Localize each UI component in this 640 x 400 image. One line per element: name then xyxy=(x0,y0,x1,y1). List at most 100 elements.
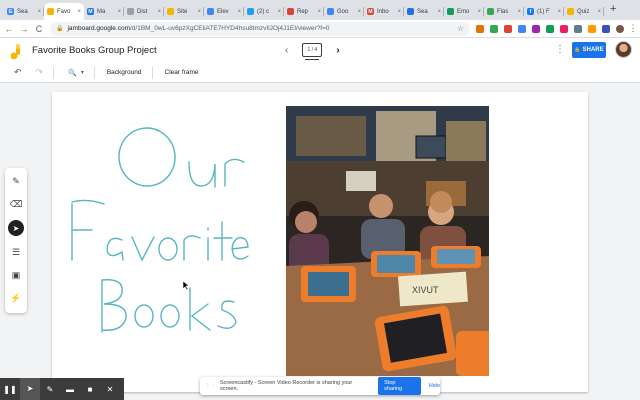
extension-icon[interactable] xyxy=(602,24,610,33)
tab-favicon-icon: G xyxy=(7,8,14,15)
camera-icon[interactable]: ■ xyxy=(80,385,100,394)
close-tab-icon[interactable]: × xyxy=(117,9,121,15)
extension-icon[interactable] xyxy=(574,24,582,33)
browser-tab[interactable]: Dist × xyxy=(124,3,164,20)
share-button[interactable]: 🔒 SHARE xyxy=(572,42,606,58)
close-tab-icon[interactable]: × xyxy=(517,9,521,15)
browser-tab[interactable]: Elev × xyxy=(204,3,244,20)
recorder-toolbar: ❚❚ ➤ ✎ ▬ ■ ✕ xyxy=(0,378,124,400)
browser-tab[interactable]: Emo × xyxy=(444,3,484,20)
next-frame-button[interactable]: › xyxy=(336,45,339,56)
extension-icon[interactable] xyxy=(518,24,526,33)
browser-tab[interactable]: Site × xyxy=(164,3,204,20)
extension-icon[interactable] xyxy=(532,24,540,33)
browser-menu-icon[interactable]: ⋮ xyxy=(627,23,639,34)
close-tab-icon[interactable]: × xyxy=(237,9,241,15)
pause-recording-icon[interactable]: ❚❚ xyxy=(0,385,20,394)
clear-frame-button[interactable]: Clear frame xyxy=(165,69,199,76)
extension-icon[interactable] xyxy=(490,24,498,33)
close-tab-icon[interactable]: × xyxy=(37,9,41,15)
highlighter-icon[interactable]: ▬ xyxy=(60,385,80,394)
pen-tool-icon[interactable]: ✎ xyxy=(9,174,23,188)
drag-handle-icon[interactable]: ⋮⋮ xyxy=(205,383,216,389)
tab-favicon-icon xyxy=(407,8,414,15)
close-tab-icon[interactable]: × xyxy=(477,9,481,15)
extension-icon[interactable] xyxy=(588,24,596,33)
tab-label: Elev xyxy=(217,8,229,15)
profile-icon[interactable] xyxy=(616,24,624,33)
select-tool-icon[interactable]: ➤ xyxy=(8,220,24,236)
close-tab-icon[interactable]: × xyxy=(597,9,601,15)
zoom-icon[interactable]: 🔍 xyxy=(68,69,77,77)
classroom-photo[interactable]: XIVUT xyxy=(286,106,489,376)
tab-label: Quiz xyxy=(577,8,590,15)
mouse-cursor-icon xyxy=(183,281,189,290)
screen-sharing-banner: ⋮⋮ Screencastify - Screen Video Recorder… xyxy=(200,377,440,395)
frame-indicator[interactable]: 1 / 4 xyxy=(302,43,323,60)
extension-icon[interactable] xyxy=(504,24,512,33)
tab-label: Inbo xyxy=(377,8,389,15)
close-tab-icon[interactable]: × xyxy=(317,9,321,15)
url-field[interactable]: 🔒 jamboard.google.com/d/1BM_0wL-uv6pzXgC… xyxy=(50,21,470,36)
close-recorder-icon[interactable]: ✕ xyxy=(100,385,120,394)
new-tab-button[interactable]: + xyxy=(604,1,616,20)
browser-tab[interactable]: M Inbo × xyxy=(364,3,404,20)
cursor-tool-icon[interactable]: ➤ xyxy=(20,378,40,400)
prev-frame-button[interactable]: ‹ xyxy=(285,45,288,56)
extension-icon[interactable] xyxy=(546,24,554,33)
close-tab-icon[interactable]: × xyxy=(277,9,281,15)
browser-tab[interactable]: (2) c × xyxy=(244,3,284,20)
more-options-icon[interactable]: ⋮ xyxy=(555,44,565,55)
zoom-dropdown-icon[interactable]: ▾ xyxy=(81,69,84,76)
app-header: Favorite Books Group Project ‹ 1 / 4 › ⋮… xyxy=(0,38,640,63)
close-tab-icon[interactable]: × xyxy=(197,9,201,15)
undo-icon[interactable]: ↶ xyxy=(14,67,22,78)
url-path: /d/1BM_0wL-uv6pzXgCEliATE7HYD4hsu8tmzvIl… xyxy=(130,25,330,32)
browser-tab[interactable]: G Sea × xyxy=(4,3,44,20)
share-label: SHARE xyxy=(582,47,604,53)
close-tab-icon[interactable]: × xyxy=(397,9,401,15)
url-host: jamboard.google.com xyxy=(67,25,130,32)
extension-icon[interactable] xyxy=(476,24,484,33)
stop-sharing-button[interactable]: Stop sharing xyxy=(378,377,421,395)
tab-favicon-icon: f xyxy=(527,8,534,15)
close-tab-icon[interactable]: × xyxy=(557,9,561,15)
document-title[interactable]: Favorite Books Group Project xyxy=(32,45,157,56)
background-button[interactable]: Background xyxy=(107,69,142,76)
tab-label: Rep xyxy=(297,8,309,15)
close-tab-icon[interactable]: × xyxy=(157,9,161,15)
pen-annotation-icon[interactable]: ✎ xyxy=(40,385,60,394)
close-tab-icon[interactable]: × xyxy=(437,9,441,15)
redo-icon[interactable]: ↷ xyxy=(36,67,44,78)
image-tool-icon[interactable]: ▣ xyxy=(9,268,23,282)
divider xyxy=(53,66,55,79)
tab-label: Ma xyxy=(97,8,106,15)
browser-tab[interactable]: Quiz × xyxy=(564,3,604,20)
browser-tab[interactable]: M Ma × xyxy=(84,3,124,20)
photo-sign-text: XIVUT xyxy=(412,285,439,295)
reload-icon[interactable]: C xyxy=(33,24,45,34)
tab-favicon-icon xyxy=(47,8,54,15)
eraser-tool-icon[interactable]: ⌫ xyxy=(9,197,23,211)
browser-tab[interactable]: Goo × xyxy=(324,3,364,20)
close-tab-icon[interactable]: × xyxy=(357,9,361,15)
tab-label: (1) F xyxy=(537,8,550,15)
close-tab-icon[interactable]: × xyxy=(77,9,81,15)
tab-favicon-icon: M xyxy=(367,8,374,15)
browser-tab-strip: G Sea × Favo × M Ma × Dist × Site × Elev × (2) c × Rep × G… xyxy=(0,0,640,20)
extension-icon[interactable] xyxy=(560,24,568,33)
browser-tab[interactable]: Flas × xyxy=(484,3,524,20)
sticky-note-tool-icon[interactable]: ☰ xyxy=(9,245,23,259)
back-icon[interactable]: ← xyxy=(3,24,15,34)
avatar[interactable] xyxy=(615,41,632,58)
browser-tab[interactable]: Sea × xyxy=(404,3,444,20)
hide-banner-button[interactable]: Hide xyxy=(429,383,440,389)
browser-tab[interactable]: f (1) F × xyxy=(524,3,564,20)
photo-image: XIVUT xyxy=(286,106,489,376)
browser-tab[interactable]: Rep × xyxy=(284,3,324,20)
browser-tab[interactable]: Favo × xyxy=(44,3,84,20)
bookmark-star-icon[interactable]: ☆ xyxy=(457,24,464,33)
tab-label: Site xyxy=(177,8,188,15)
laser-tool-icon[interactable]: ⚡ xyxy=(9,291,23,305)
forward-icon[interactable]: → xyxy=(18,24,30,34)
